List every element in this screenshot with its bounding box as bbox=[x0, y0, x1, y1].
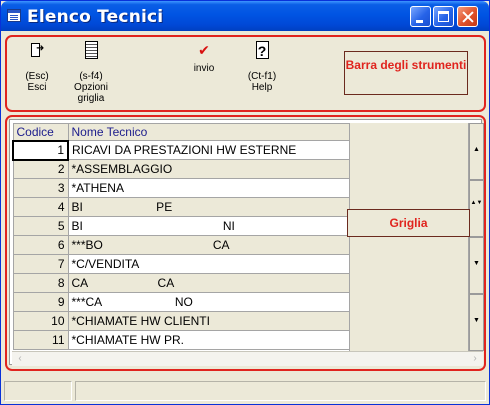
table-row[interactable]: 1 RICAVI DA PRESTAZIONI HW ESTERNE bbox=[12, 139, 350, 161]
grid-options-key: (s-f4) bbox=[79, 71, 103, 82]
exit-label: Esci bbox=[27, 82, 47, 93]
vertical-scrollbar[interactable]: ▲ ▲▼ ▼ ▼ bbox=[468, 123, 484, 351]
table-row[interactable]: 2 *ASSEMBLAGGIO bbox=[12, 159, 350, 179]
cell-code[interactable]: 4 bbox=[12, 197, 69, 217]
scroll-right-icon[interactable]: › bbox=[468, 353, 482, 365]
table-row[interactable]: 10 *CHIAMATE HW CLIENTI bbox=[12, 311, 350, 331]
page-scroll-button[interactable]: ▲▼ bbox=[469, 180, 484, 237]
cell-name[interactable]: ***BO CA bbox=[67, 235, 350, 255]
table-row[interactable]: 8 CA CA bbox=[12, 273, 350, 293]
cell-code[interactable]: 5 bbox=[12, 216, 69, 236]
system-menu-icon[interactable] bbox=[7, 9, 21, 22]
enter-button[interactable]: ✔ invio bbox=[187, 41, 221, 74]
help-label: Help bbox=[251, 82, 273, 93]
grid-options-icon bbox=[84, 41, 98, 59]
table-row[interactable]: 11 *CHIAMATE HW PR. bbox=[12, 330, 350, 350]
horizontal-scrollbar[interactable]: ‹ › bbox=[12, 351, 483, 366]
exit-key: (Esc) bbox=[25, 71, 49, 82]
cell-name[interactable]: *ASSEMBLAGGIO bbox=[67, 159, 350, 179]
window-title: Elenco Tecnici bbox=[27, 7, 164, 27]
grid-options-label2: griglia bbox=[77, 93, 105, 104]
scroll-down-icon: ▼ bbox=[473, 317, 480, 324]
window: Elenco Tecnici (Esc) Esci (s-f4) Opzioni… bbox=[0, 0, 490, 405]
grid-options-button[interactable]: (s-f4) Opzioni griglia bbox=[69, 41, 113, 104]
grid-frame: Codice Nome Tecnico 1 RICAVI DA PRESTAZIO… bbox=[5, 115, 486, 371]
cell-name[interactable]: *C/VENDITA bbox=[67, 254, 350, 274]
table-row[interactable]: 3 *ATHENA bbox=[12, 178, 350, 198]
cell-name[interactable]: *ATHENA bbox=[67, 178, 350, 198]
table-header: Codice Nome Tecnico bbox=[12, 123, 350, 141]
page-scroll-icon: ▲▼ bbox=[470, 200, 483, 206]
status-bar bbox=[4, 381, 487, 401]
help-key: (Ct-f1) bbox=[247, 71, 277, 82]
cell-code[interactable]: 9 bbox=[12, 292, 69, 312]
cell-name[interactable]: *CHIAMATE HW CLIENTI bbox=[67, 311, 350, 331]
status-panel-1 bbox=[4, 381, 72, 401]
help-button[interactable]: ? (Ct-f1) Help bbox=[243, 41, 281, 93]
maximize-button[interactable] bbox=[433, 6, 454, 27]
exit-door-icon bbox=[29, 40, 45, 59]
scroll-down-button[interactable]: ▼ bbox=[469, 294, 484, 351]
grid-area: Codice Nome Tecnico 1 RICAVI DA PRESTAZIO… bbox=[9, 119, 484, 366]
cell-name[interactable]: RICAVI DA PRESTAZIONI HW ESTERNE bbox=[67, 140, 350, 160]
grid-empty-area bbox=[349, 123, 468, 351]
title-bar[interactable]: Elenco Tecnici bbox=[1, 1, 489, 31]
checkmark-icon: ✔ bbox=[198, 42, 210, 58]
table-row[interactable]: 9 ***CA NO bbox=[12, 292, 350, 312]
cell-name[interactable]: BI NI bbox=[67, 216, 350, 236]
cell-code[interactable]: 6 bbox=[12, 235, 69, 255]
status-panel-2 bbox=[75, 381, 486, 401]
cell-code[interactable]: 7 bbox=[12, 254, 69, 274]
cell-name[interactable]: ***CA NO bbox=[67, 292, 350, 312]
scroll-down-page-button[interactable]: ▼ bbox=[469, 237, 484, 294]
cell-name[interactable]: *CHIAMATE HW PR. bbox=[67, 330, 350, 350]
scroll-up-icon: ▲ bbox=[473, 146, 480, 153]
help-icon: ? bbox=[255, 41, 269, 59]
technicians-table: Codice Nome Tecnico 1 RICAVI DA PRESTAZIO… bbox=[12, 123, 350, 350]
scroll-left-icon[interactable]: ‹ bbox=[13, 353, 27, 365]
exit-button[interactable]: (Esc) Esci bbox=[21, 40, 53, 93]
column-header-code[interactable]: Codice bbox=[12, 123, 69, 141]
cell-code[interactable]: 8 bbox=[12, 273, 69, 293]
cell-code[interactable]: 1 bbox=[12, 139, 69, 161]
cell-code[interactable]: 2 bbox=[12, 159, 69, 179]
grid-annotation-label: Griglia bbox=[347, 209, 470, 237]
scroll-up-button[interactable]: ▲ bbox=[469, 123, 484, 180]
cell-name[interactable]: CA CA bbox=[67, 273, 350, 293]
table-row[interactable]: 5 BI NI bbox=[12, 216, 350, 236]
cell-code[interactable]: 11 bbox=[12, 330, 69, 350]
cell-code[interactable]: 10 bbox=[12, 311, 69, 331]
cell-code[interactable]: 3 bbox=[12, 178, 69, 198]
enter-label: invio bbox=[193, 63, 215, 74]
table-row[interactable]: 6 ***BO CA bbox=[12, 235, 350, 255]
column-header-name[interactable]: Nome Tecnico bbox=[67, 123, 350, 141]
cell-name[interactable]: BI PE bbox=[67, 197, 350, 217]
table-row[interactable]: 4 BI PE bbox=[12, 197, 350, 217]
table-row[interactable]: 7 *C/VENDITA bbox=[12, 254, 350, 274]
grid-options-label: Opzioni bbox=[74, 82, 108, 93]
minimize-button[interactable] bbox=[410, 6, 431, 27]
toolbar-annotation-label: Barra degli strumenti bbox=[344, 51, 468, 95]
page-down-icon: ▼ bbox=[473, 260, 480, 267]
toolbar: (Esc) Esci (s-f4) Opzioni griglia ✔ invi… bbox=[5, 35, 486, 112]
close-button[interactable] bbox=[457, 6, 478, 27]
